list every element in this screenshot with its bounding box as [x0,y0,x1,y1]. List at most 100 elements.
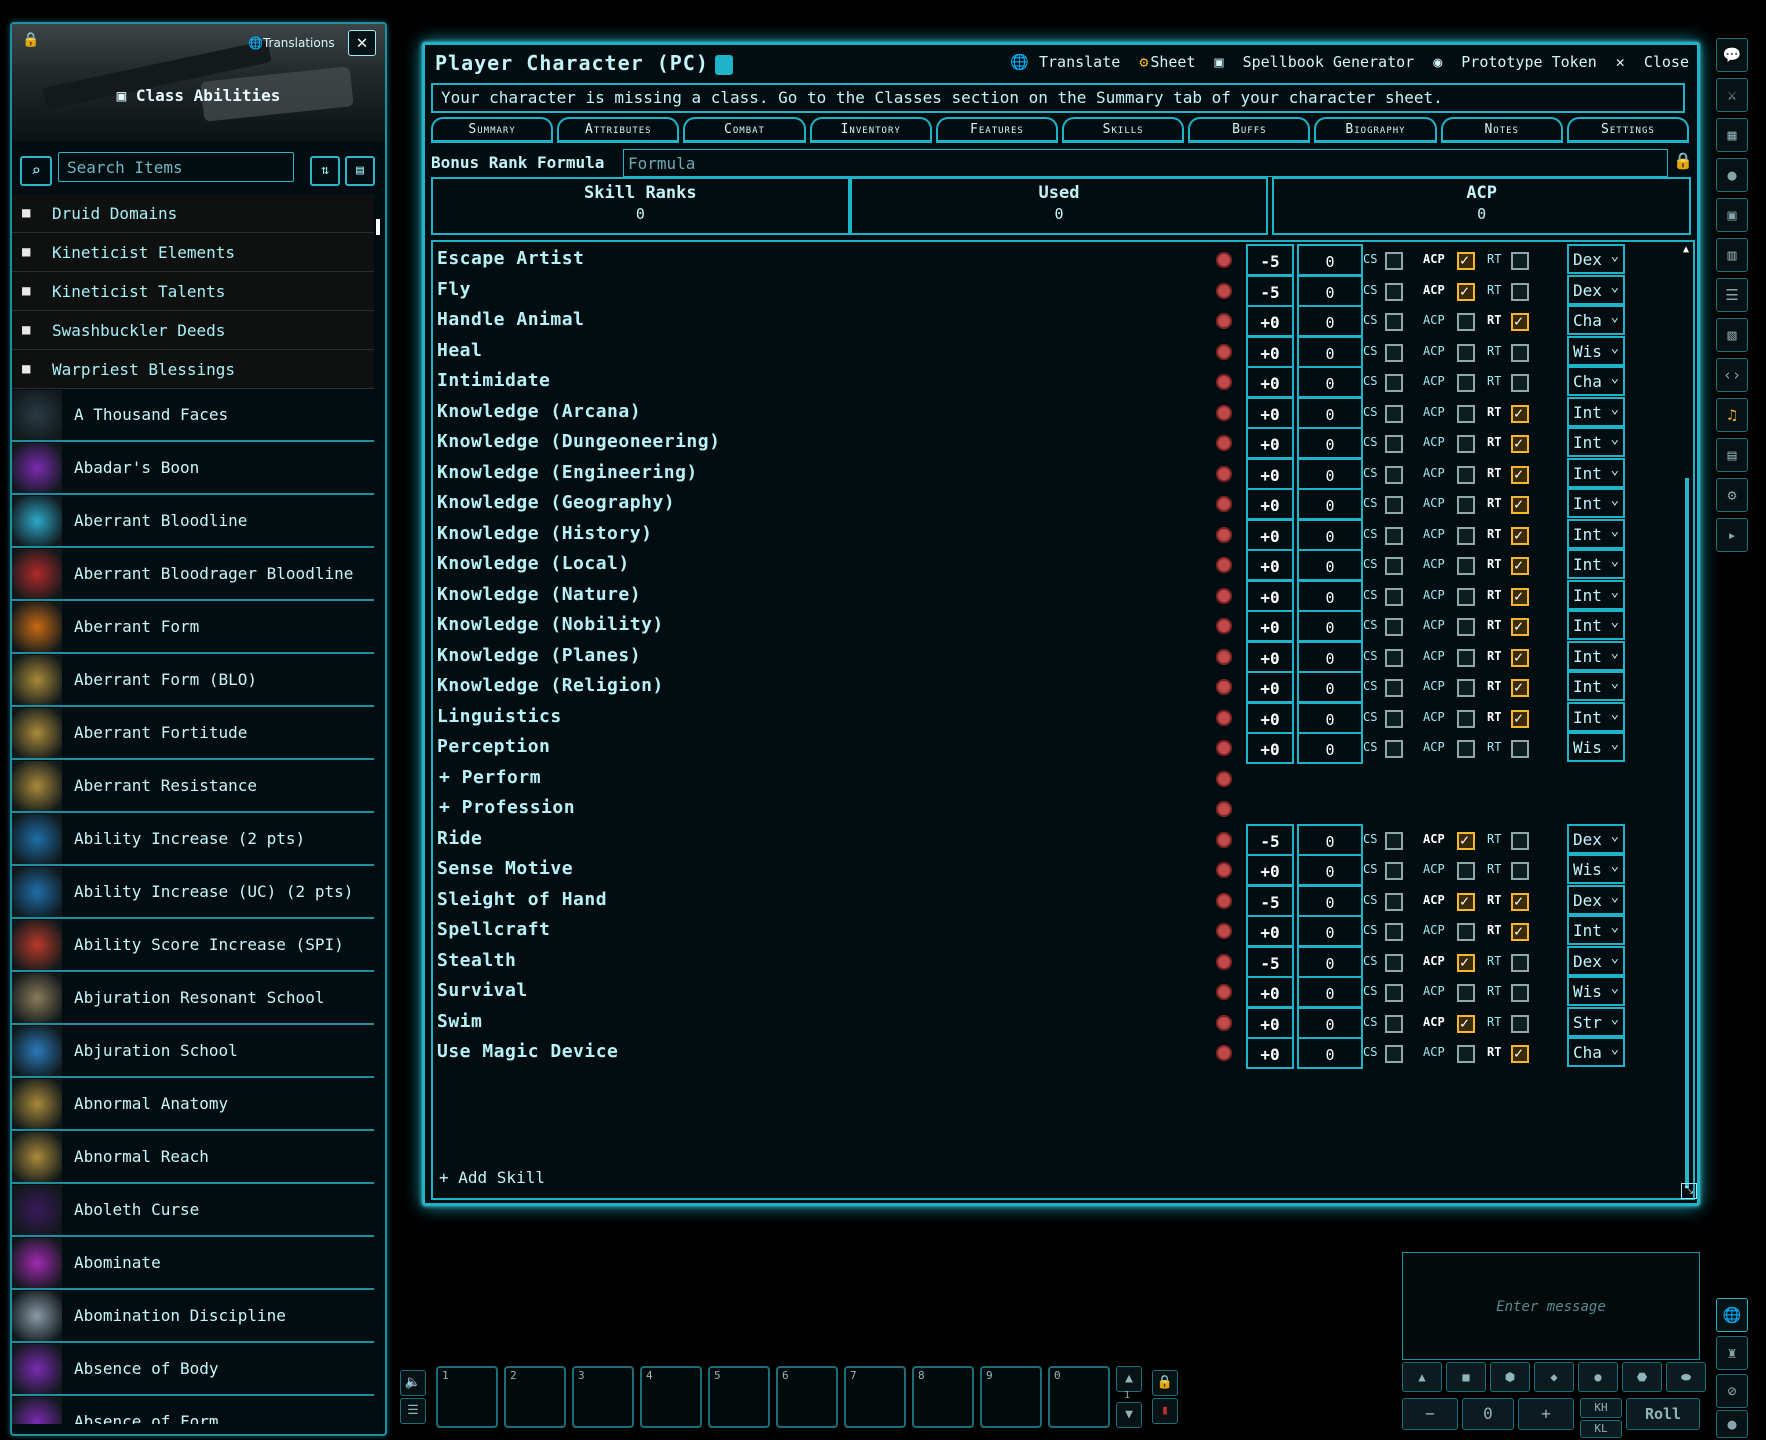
skill-name[interactable]: Knowledge (Geography) [437,492,675,513]
ability-select[interactable]: Dex [1567,822,1625,854]
class-skill-checkbox[interactable] [1385,740,1403,758]
hotbar-slot[interactable]: 6 [776,1366,838,1428]
language-button[interactable]: 🌐 [1716,1298,1748,1332]
skill-rank-input[interactable]: 0 [1297,823,1363,856]
ability-select[interactable]: Wis [1567,334,1625,366]
d20-icon[interactable] [1216,984,1232,1000]
ability-select[interactable]: Int [1567,700,1625,732]
ability-select[interactable]: Int [1567,608,1625,640]
skill-name[interactable]: Knowledge (History) [437,523,652,544]
rt-checkbox[interactable] [1511,495,1529,514]
tab-inventory[interactable]: Inventory [809,117,932,143]
list-item[interactable]: Abomination Discipline [12,1290,374,1343]
skill-name[interactable]: + Perform [439,767,541,788]
skills-scrollbar[interactable] [1685,478,1689,1188]
class-skill-checkbox[interactable] [1385,862,1403,880]
acp-checkbox[interactable] [1457,618,1475,636]
page-down-button[interactable]: ▼ [1116,1402,1142,1428]
rt-checkbox[interactable] [1511,648,1529,667]
skill-rank-input[interactable]: 0 [1297,244,1363,276]
roll-mode-6[interactable]: ⬣ [1622,1362,1662,1392]
skill-name[interactable]: Knowledge (Engineering) [437,462,698,483]
combat-tab[interactable]: ⚔ [1716,78,1748,112]
skill-name[interactable]: Perception [437,736,550,757]
sort-button[interactable]: ⇅ [310,156,340,186]
skill-name[interactable]: Fly [437,279,471,300]
acp-checkbox[interactable] [1457,374,1475,392]
skill-rank-input[interactable]: 0 [1297,335,1363,368]
d20-icon[interactable] [1216,892,1232,909]
d20-icon[interactable] [1216,618,1232,634]
ability-select[interactable]: Wis [1567,974,1625,1006]
skill-rank-input[interactable]: 0 [1297,366,1363,398]
playlists-tab[interactable]: ♫ [1716,398,1748,432]
chat-log-tab[interactable]: 💬 [1716,38,1748,72]
d20-icon[interactable] [1216,923,1232,939]
window-title[interactable]: Player Character (PC) [435,51,733,75]
d20-icon[interactable] [1216,374,1232,390]
acp-checkbox[interactable] [1457,404,1475,423]
roll-mode-5[interactable]: ● [1578,1362,1618,1392]
tab-summary[interactable]: Summary [431,117,554,143]
skill-name[interactable]: Stealth [437,950,516,971]
skill-name[interactable]: Sleight of Hand [437,889,607,910]
tab-skills[interactable]: Skills [1062,117,1185,143]
list-item[interactable]: A Thousand Faces [12,389,374,442]
skill-rank-input[interactable]: 0 [1297,1037,1363,1069]
ability-select[interactable]: Int [1567,425,1625,457]
rt-checkbox[interactable] [1511,374,1529,392]
d20-icon[interactable] [1216,740,1232,756]
folder-item[interactable]: ■ Kineticist Talents [12,272,374,311]
d20-icon[interactable] [1216,252,1232,268]
ability-select[interactable]: Int [1567,578,1625,610]
d20-icon[interactable] [1216,862,1232,878]
skill-name[interactable]: Sense Motive [437,858,573,879]
class-skill-checkbox[interactable] [1385,953,1403,972]
class-skill-checkbox[interactable] [1385,618,1403,636]
rt-checkbox[interactable] [1511,892,1529,911]
skill-name[interactable]: Heal [437,340,482,361]
ability-select[interactable]: Wis [1567,852,1625,884]
ability-select[interactable]: Cha [1567,1035,1625,1067]
class-skill-checkbox[interactable] [1385,923,1403,941]
list-item[interactable]: Abadar's Boon [12,442,374,495]
list-item[interactable]: Abnormal Reach [12,1131,374,1184]
skill-rank-input[interactable]: 0 [1297,976,1363,1008]
skill-name[interactable]: Knowledge (Planes) [437,645,641,666]
rt-checkbox[interactable] [1511,984,1529,1002]
acp-checkbox[interactable] [1457,923,1475,941]
ability-select[interactable]: Int [1567,547,1625,579]
acp-checkbox[interactable] [1457,496,1475,514]
skill-rank-input[interactable]: 0 [1297,274,1363,307]
rt-checkbox[interactable] [1511,1014,1529,1033]
rt-checkbox[interactable] [1511,862,1529,880]
search-button[interactable]: ⌕ [20,156,52,186]
class-skill-checkbox[interactable] [1385,526,1403,545]
scenes-tab[interactable]: ▦ [1716,118,1748,152]
menu-button[interactable]: ☰ [400,1398,426,1424]
translations-button[interactable]: 🌐Translations [248,36,335,56]
folder-item[interactable]: ■ Kineticist Elements [12,233,374,272]
folder-item[interactable]: ■ Druid Domains [12,194,374,233]
class-skill-checkbox[interactable] [1385,374,1403,392]
skill-rank-input[interactable]: 0 [1297,518,1363,551]
tab-attributes[interactable]: Attributes [557,117,680,143]
list-item[interactable]: Ability Score Increase (SPI) [12,919,374,972]
hotbar-slot[interactable]: 3 [572,1366,634,1428]
skill-rank-input[interactable]: 0 [1297,427,1363,459]
ability-select[interactable]: Int [1567,639,1625,671]
rt-checkbox[interactable] [1511,678,1529,697]
macros-tab[interactable]: ‹› [1716,358,1748,392]
skill-rank-input[interactable]: 0 [1297,579,1363,612]
skill-name[interactable]: Ride [437,828,482,849]
class-skill-checkbox[interactable] [1385,252,1403,270]
list-item[interactable]: Aboleth Curse [12,1184,374,1237]
skill-name[interactable]: Use Magic Device [437,1041,618,1062]
d20-icon[interactable] [1216,557,1232,573]
ability-select[interactable]: Dex [1567,242,1625,274]
roll-mode-2[interactable]: ■ [1446,1362,1486,1392]
acp-checkbox[interactable] [1457,313,1475,331]
ability-select[interactable]: Cha [1567,303,1625,335]
tab-biography[interactable]: Biography [1314,117,1437,143]
sidebar-scrollbar[interactable] [376,219,380,235]
